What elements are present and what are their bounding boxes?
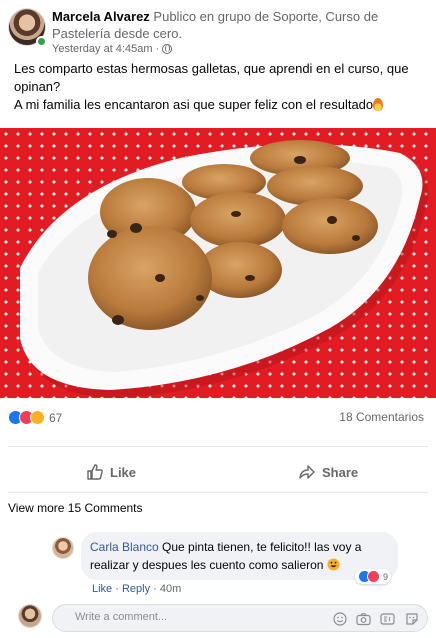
share-arrow-icon — [299, 465, 315, 479]
thumbs-up-icon — [87, 464, 103, 480]
like-label: Like — [110, 464, 137, 480]
reactions-summary[interactable]: 67 — [8, 410, 62, 425]
cookies-photo-icon — [20, 140, 429, 398]
comment-reaction-count: 9 — [383, 571, 389, 582]
wow-icon — [30, 410, 45, 425]
comment-reactions[interactable]: 9 — [355, 569, 392, 584]
comment-actions-sep: · — [150, 583, 160, 595]
comment-bubble: Carla Blanco Que pinta tienen, te felici… — [81, 532, 398, 580]
comment-like-link[interactable]: Like — [92, 583, 112, 595]
post-text-line1: Les comparto estas hermosas galletas, qu… — [14, 61, 409, 94]
divider — [8, 446, 428, 447]
globe-icon — [162, 44, 173, 54]
meta-separator: · — [155, 43, 160, 55]
comment-input[interactable] — [75, 611, 305, 623]
emoji-icon[interactable] — [332, 611, 347, 626]
post-text-line2: A mi familia les encantaron asi que supe… — [14, 97, 374, 112]
share-label: Share — [322, 464, 359, 480]
post-text: Les comparto estas hermosas galletas, qu… — [14, 60, 424, 114]
post-header-text: Marcela Alvarez Publico en grupo de Sopo… — [52, 8, 427, 42]
grin-emoji-icon — [327, 558, 340, 571]
online-status-dot — [36, 36, 47, 47]
post-meta: Yesterday at 4:45am · — [52, 43, 173, 55]
sticker-icon[interactable] — [404, 611, 419, 626]
divider — [8, 492, 428, 493]
post-header: Marcela Alvarez Publico en grupo de Sopo… — [0, 0, 436, 60]
comment-author[interactable]: Carla Blanco — [90, 540, 159, 554]
camera-icon[interactable] — [356, 611, 371, 626]
reaction-count[interactable]: 67 — [49, 411, 62, 425]
fire-emoji-icon — [373, 98, 384, 111]
post-text-line2-wrap: A mi familia les encantaron asi que supe… — [14, 96, 424, 114]
comment-actions: Like · Reply · 40m — [92, 583, 181, 595]
comment-avatar[interactable] — [52, 537, 74, 559]
composer-avatar — [18, 604, 42, 628]
author-name[interactable]: Marcela Alvarez — [52, 9, 150, 24]
gif-icon[interactable] — [380, 611, 395, 626]
share-button[interactable]: Share — [298, 460, 358, 484]
comment-actions-sep: · — [112, 583, 122, 595]
comment-reply-link[interactable]: Reply — [122, 583, 150, 595]
comment-count[interactable]: 18 Comentarios — [339, 410, 424, 424]
love-icon — [367, 570, 380, 583]
post-photo[interactable] — [0, 128, 436, 398]
comment-time[interactable]: 40m — [160, 583, 181, 595]
comment-composer[interactable] — [52, 604, 428, 632]
composer-tools — [332, 611, 419, 626]
post-timestamp[interactable]: Yesterday at 4:45am — [52, 43, 153, 55]
like-button[interactable]: Like — [86, 460, 136, 484]
view-more-comments[interactable]: View more 15 Comments — [8, 501, 143, 515]
